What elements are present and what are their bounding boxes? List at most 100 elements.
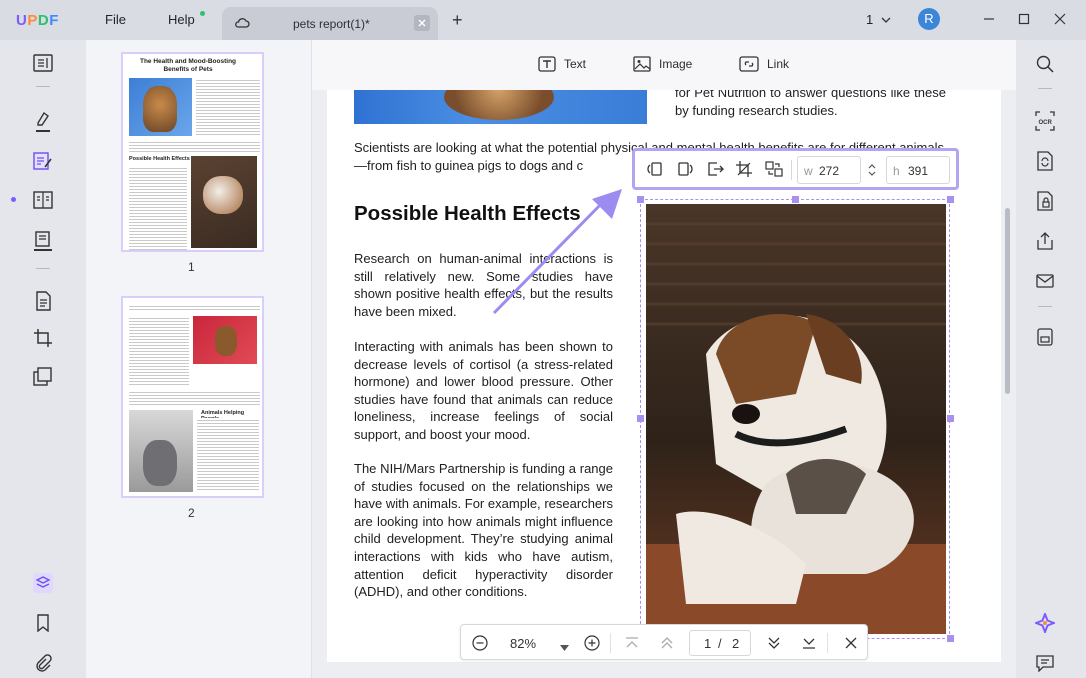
close-window-button[interactable] xyxy=(1051,10,1069,28)
edit-toolbar: Text Image Link xyxy=(312,40,1016,90)
crop-pages-icon[interactable] xyxy=(32,327,54,349)
rotate-right-button[interactable] xyxy=(676,160,694,178)
edit-pdf-icon[interactable] xyxy=(32,150,54,172)
thumbnail-text-block xyxy=(129,140,260,154)
chevron-down-icon xyxy=(881,17,891,23)
export-icon xyxy=(708,162,724,176)
crop-image-button[interactable] xyxy=(735,160,753,178)
divider xyxy=(36,86,50,87)
zoom-out-icon xyxy=(472,635,488,651)
width-value: 272 xyxy=(819,164,840,178)
comment-icon xyxy=(1036,655,1054,672)
comments-button[interactable] xyxy=(1034,652,1056,674)
layers-pages-icon[interactable] xyxy=(32,366,54,388)
ocr-button[interactable]: OCR xyxy=(1034,110,1056,132)
resize-handle[interactable] xyxy=(947,196,954,203)
add-text-button[interactable]: Text xyxy=(538,56,586,72)
last-page-icon xyxy=(803,638,815,649)
rotate-left-button[interactable] xyxy=(646,160,664,178)
resize-handle[interactable] xyxy=(947,415,954,422)
ai-assistant-button[interactable] xyxy=(1034,612,1056,634)
save-button[interactable] xyxy=(1034,326,1056,348)
height-value: 391 xyxy=(908,164,929,178)
page-selector[interactable]: 1 xyxy=(866,12,891,27)
text-label: Text xyxy=(564,57,587,71)
resize-handle[interactable] xyxy=(947,635,954,642)
current-page: 1 xyxy=(704,636,712,651)
save-icon xyxy=(1037,328,1053,346)
width-field[interactable]: w 272 xyxy=(797,156,861,184)
double-chevron-up-icon xyxy=(661,637,673,649)
new-tab-button[interactable]: + xyxy=(452,10,463,31)
close-navigation-button[interactable] xyxy=(841,633,861,653)
resize-handle[interactable] xyxy=(792,196,799,203)
zoom-out-button[interactable] xyxy=(470,633,490,653)
paragraph-3: The NIH/Mars Partnership is funding a ra… xyxy=(354,461,613,600)
extract-image-button[interactable] xyxy=(706,160,724,178)
annotation-arrow xyxy=(492,189,622,315)
help-notification-dot xyxy=(200,11,205,16)
protect-icon xyxy=(1037,191,1053,211)
close-icon xyxy=(418,19,426,27)
thumbnail-text-block xyxy=(129,390,260,406)
height-field[interactable]: h 391 xyxy=(886,156,950,184)
divider xyxy=(1038,306,1052,307)
paragraph-2: Interacting with animals has been shown … xyxy=(354,339,613,442)
zoom-dropdown[interactable] xyxy=(560,638,569,656)
tab-close-button[interactable] xyxy=(414,15,430,31)
page-number-field[interactable]: 1 / 2 xyxy=(689,630,751,656)
divider xyxy=(827,633,828,653)
text-icon xyxy=(538,56,556,72)
previous-page-button[interactable] xyxy=(657,633,677,653)
bookmark-icon[interactable] xyxy=(32,612,54,634)
thumbnail-pane: The Health and Mood-Boosting Benefits of… xyxy=(86,40,312,678)
thumbnail-dog-photo xyxy=(191,156,257,248)
left-sidebar xyxy=(0,40,86,678)
add-image-button[interactable]: Image xyxy=(633,56,692,72)
lock-aspect-toggle[interactable] xyxy=(868,163,876,182)
mail-icon xyxy=(1036,274,1054,288)
dog-and-cat-photo[interactable] xyxy=(646,204,946,634)
divider xyxy=(1038,88,1052,89)
page-tools-icon[interactable] xyxy=(32,290,54,312)
organize-pages-icon[interactable] xyxy=(32,189,54,211)
menu-file[interactable]: File xyxy=(105,12,126,27)
page-thumbnail-2[interactable]: Animals Helping People xyxy=(121,296,264,498)
document-tab[interactable]: pets report(1)* xyxy=(222,7,438,40)
close-icon xyxy=(845,637,857,649)
top-right-paragraph: for Pet Nutrition to answer questions li… xyxy=(675,90,946,118)
comment-tool-icon[interactable] xyxy=(32,111,54,133)
form-tool-icon[interactable] xyxy=(32,230,54,252)
layers-icon[interactable] xyxy=(32,572,54,594)
maximize-button[interactable] xyxy=(1015,10,1033,28)
protect-button[interactable] xyxy=(1034,190,1056,212)
svg-text:OCR: OCR xyxy=(1039,120,1053,126)
share-button[interactable] xyxy=(1034,230,1056,252)
zoom-level[interactable]: 82% xyxy=(510,636,536,651)
attachment-icon[interactable] xyxy=(32,652,54,674)
title-bar: UPDF File Help pets report(1)* + 1 R xyxy=(0,0,1086,40)
resize-handle[interactable] xyxy=(637,196,644,203)
resize-handle[interactable] xyxy=(637,415,644,422)
add-link-button[interactable]: Link xyxy=(739,56,789,72)
search-icon xyxy=(1036,55,1054,73)
image-edit-toolbar: w 272 h 391 xyxy=(632,148,959,190)
replace-image-button[interactable] xyxy=(765,160,783,178)
divider xyxy=(791,160,792,180)
menu-help[interactable]: Help xyxy=(168,12,195,27)
last-page-button[interactable] xyxy=(799,633,819,653)
next-page-button[interactable] xyxy=(764,633,784,653)
thumbnail-text-block xyxy=(129,304,260,312)
crop-icon xyxy=(736,161,752,177)
email-button[interactable] xyxy=(1034,270,1056,292)
vertical-scrollbar[interactable] xyxy=(1005,208,1010,394)
minimize-button[interactable] xyxy=(980,10,998,28)
reader-mode-icon[interactable] xyxy=(32,52,54,74)
page-thumbnail-1[interactable]: The Health and Mood-Boosting Benefits of… xyxy=(121,52,264,252)
avatar[interactable]: R xyxy=(918,8,940,30)
zoom-in-button[interactable] xyxy=(582,633,602,653)
convert-button[interactable] xyxy=(1034,150,1056,172)
search-button[interactable] xyxy=(1034,53,1056,75)
first-page-button[interactable] xyxy=(622,633,642,653)
thumbnail-cat-photo xyxy=(129,78,192,136)
